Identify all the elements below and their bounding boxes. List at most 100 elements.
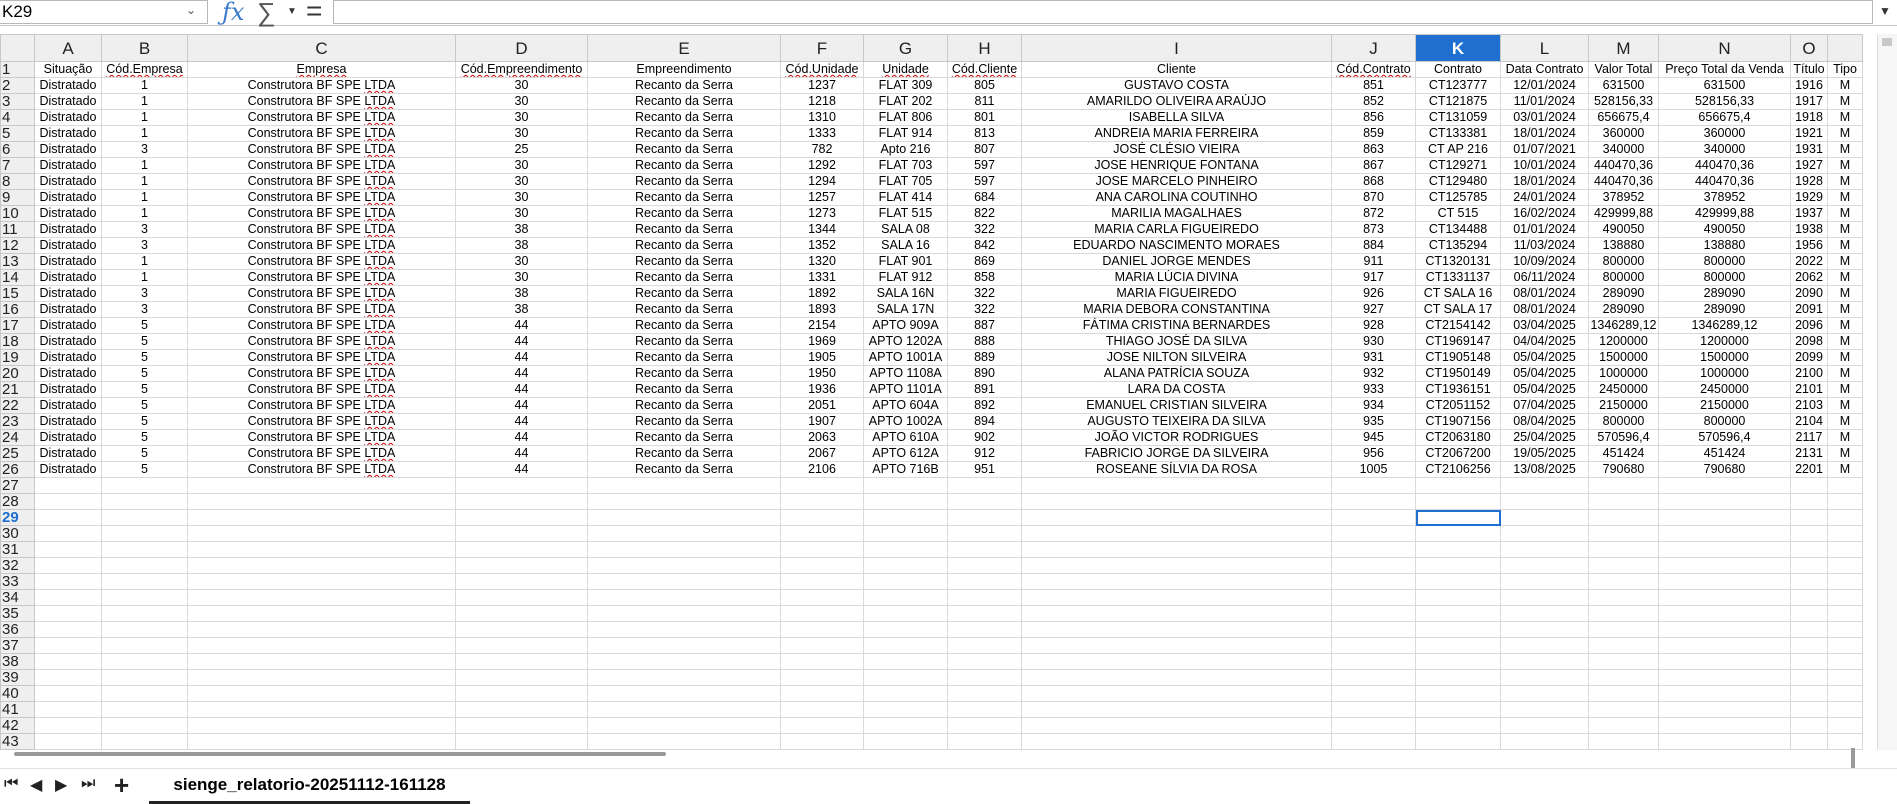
- cell-H29[interactable]: [947, 509, 1022, 526]
- cell-L31[interactable]: [1500, 541, 1589, 558]
- cell-K24[interactable]: CT2063180: [1415, 429, 1501, 446]
- cell-J7[interactable]: 867: [1331, 157, 1416, 174]
- cell-M41[interactable]: [1588, 701, 1659, 718]
- row-header[interactable]: 20: [0, 365, 35, 382]
- row-header[interactable]: 29: [0, 509, 35, 526]
- cell-P35[interactable]: [1827, 605, 1863, 622]
- cell-B22[interactable]: 5: [101, 397, 188, 414]
- cell-I40[interactable]: [1021, 685, 1332, 702]
- cell-M12[interactable]: 138880: [1588, 237, 1659, 254]
- cell-H33[interactable]: [947, 573, 1022, 590]
- cell-H31[interactable]: [947, 541, 1022, 558]
- cell-N12[interactable]: 138880: [1658, 237, 1791, 254]
- formula-icon[interactable]: =: [306, 0, 322, 27]
- cell-A35[interactable]: [34, 605, 102, 622]
- cell-A31[interactable]: [34, 541, 102, 558]
- cell-A38[interactable]: [34, 653, 102, 670]
- cell-L20[interactable]: 05/04/2025: [1500, 365, 1589, 382]
- cell-G15[interactable]: SALA 16N: [863, 285, 948, 302]
- name-box[interactable]: K29: [0, 0, 208, 24]
- cell-F5[interactable]: 1333: [780, 125, 864, 142]
- cell-L6[interactable]: 01/07/2021: [1500, 141, 1589, 158]
- cell-H2[interactable]: 805: [947, 77, 1022, 94]
- cell-I3[interactable]: AMARILDO OLIVEIRA ARAÚJO: [1021, 93, 1332, 110]
- cell-D43[interactable]: [455, 733, 588, 750]
- row-header[interactable]: 28: [0, 493, 35, 510]
- cell-E34[interactable]: [587, 589, 781, 606]
- cell-H24[interactable]: 902: [947, 429, 1022, 446]
- cell-N31[interactable]: [1658, 541, 1791, 558]
- cell-K5[interactable]: CT133381: [1415, 125, 1501, 142]
- cell-N21[interactable]: 2450000: [1658, 381, 1791, 398]
- cell-L8[interactable]: 18/01/2024: [1500, 173, 1589, 190]
- cell-E12[interactable]: Recanto da Serra: [587, 237, 781, 254]
- row-header[interactable]: 18: [0, 333, 35, 350]
- cell-O12[interactable]: 1956: [1790, 237, 1828, 254]
- cell-K12[interactable]: CT135294: [1415, 237, 1501, 254]
- cell-G33[interactable]: [863, 573, 948, 590]
- row-header[interactable]: 16: [0, 301, 35, 318]
- cell-L21[interactable]: 05/04/2025: [1500, 381, 1589, 398]
- cell-C10[interactable]: Construtora BF SPE LTDA: [187, 205, 456, 222]
- cell-J30[interactable]: [1331, 525, 1416, 542]
- cell-F24[interactable]: 2063: [780, 429, 864, 446]
- cell-P15[interactable]: M: [1827, 285, 1863, 302]
- cell-D39[interactable]: [455, 669, 588, 686]
- cell-H10[interactable]: 822: [947, 205, 1022, 222]
- cell-N4[interactable]: 656675,4: [1658, 109, 1791, 126]
- cell-B42[interactable]: [101, 717, 188, 734]
- cell-M10[interactable]: 429999,88: [1588, 205, 1659, 222]
- cell-G10[interactable]: FLAT 515: [863, 205, 948, 222]
- cell-P2[interactable]: M: [1827, 77, 1863, 94]
- cell-D42[interactable]: [455, 717, 588, 734]
- cell-P23[interactable]: M: [1827, 413, 1863, 430]
- cell-G16[interactable]: SALA 17N: [863, 301, 948, 318]
- cell-G8[interactable]: FLAT 705: [863, 173, 948, 190]
- cell-D24[interactable]: 44: [455, 429, 588, 446]
- cell-F43[interactable]: [780, 733, 864, 750]
- cell-C19[interactable]: Construtora BF SPE LTDA: [187, 349, 456, 366]
- cell-O16[interactable]: 2091: [1790, 301, 1828, 318]
- cell-L36[interactable]: [1500, 621, 1589, 638]
- cell-M37[interactable]: [1588, 637, 1659, 654]
- cell-F33[interactable]: [780, 573, 864, 590]
- cell-P42[interactable]: [1827, 717, 1863, 734]
- cell-A25[interactable]: Distratado: [34, 445, 102, 462]
- column-header-B[interactable]: B: [101, 34, 188, 62]
- cell-I43[interactable]: [1021, 733, 1332, 750]
- cell-K38[interactable]: [1415, 653, 1501, 670]
- cell-D33[interactable]: [455, 573, 588, 590]
- cell-N33[interactable]: [1658, 573, 1791, 590]
- cell-B14[interactable]: 1: [101, 269, 188, 286]
- cell-F31[interactable]: [780, 541, 864, 558]
- cell-N40[interactable]: [1658, 685, 1791, 702]
- row-header[interactable]: 27: [0, 477, 35, 494]
- cell-C14[interactable]: Construtora BF SPE LTDA: [187, 269, 456, 286]
- cell-P17[interactable]: M: [1827, 317, 1863, 334]
- cell-J15[interactable]: 926: [1331, 285, 1416, 302]
- cell-O14[interactable]: 2062: [1790, 269, 1828, 286]
- cell-K39[interactable]: [1415, 669, 1501, 686]
- cell-C21[interactable]: Construtora BF SPE LTDA: [187, 381, 456, 398]
- cell-B12[interactable]: 3: [101, 237, 188, 254]
- cell-C39[interactable]: [187, 669, 456, 686]
- cell-N25[interactable]: 451424: [1658, 445, 1791, 462]
- cell-A7[interactable]: Distratado: [34, 157, 102, 174]
- cell-J17[interactable]: 928: [1331, 317, 1416, 334]
- cell-C38[interactable]: [187, 653, 456, 670]
- cell-E11[interactable]: Recanto da Serra: [587, 221, 781, 238]
- cell-I25[interactable]: FABRICIO JORGE DA SILVEIRA: [1021, 445, 1332, 462]
- cell-A41[interactable]: [34, 701, 102, 718]
- previous-sheet-icon[interactable]: ◀: [30, 775, 42, 795]
- cell-K28[interactable]: [1415, 493, 1501, 510]
- cell-C11[interactable]: Construtora BF SPE LTDA: [187, 221, 456, 238]
- cell-B3[interactable]: 1: [101, 93, 188, 110]
- cell-I29[interactable]: [1021, 509, 1332, 526]
- cell-K43[interactable]: [1415, 733, 1501, 750]
- cell-I32[interactable]: [1021, 557, 1332, 574]
- row-header[interactable]: 34: [0, 589, 35, 606]
- cell-E26[interactable]: Recanto da Serra: [587, 461, 781, 478]
- row-header[interactable]: 40: [0, 685, 35, 702]
- cell-D14[interactable]: 30: [455, 269, 588, 286]
- cell-C25[interactable]: Construtora BF SPE LTDA: [187, 445, 456, 462]
